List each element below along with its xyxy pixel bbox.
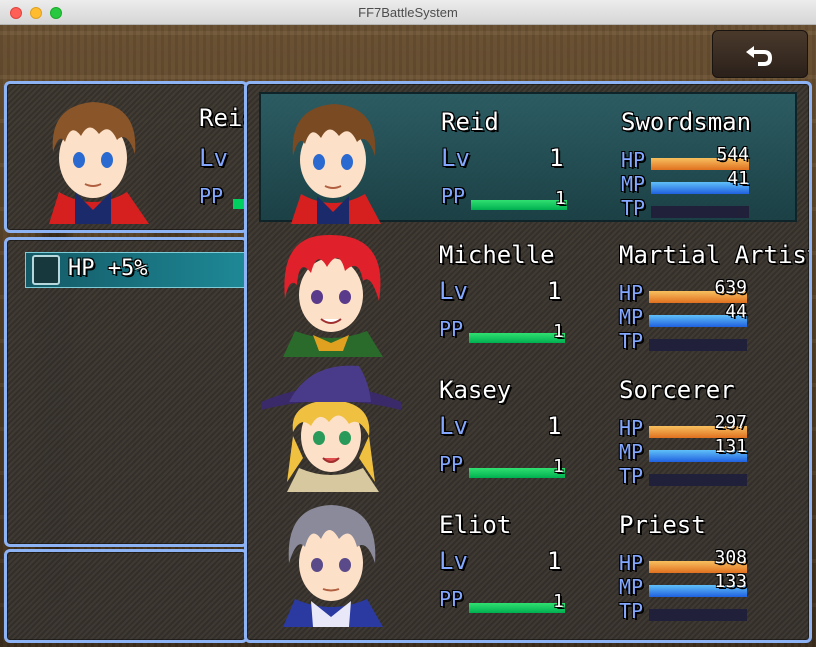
member-mp-label: MP xyxy=(619,575,644,599)
member-level-label: Lv xyxy=(441,144,470,172)
member-portrait xyxy=(259,227,403,357)
return-arrow-icon xyxy=(746,46,772,66)
member-tp-label: TP xyxy=(621,196,646,220)
member-tp-label: TP xyxy=(619,599,644,623)
member-class: Martial Artist xyxy=(619,241,812,269)
party-member-row[interactable]: Reid Lv 1 PP 1 Swordsman HP 544 MP 41 TP xyxy=(259,92,797,224)
skill-item-hp-boost[interactable]: HP +5% xyxy=(25,252,245,288)
titlebar: FF7BattleSystem xyxy=(0,0,816,25)
app-window: FF7BattleSystem Rei Lv PP HP +5% Reid Lv… xyxy=(0,0,816,647)
member-tp-gauge xyxy=(649,609,747,621)
skill-slot-icon xyxy=(32,255,60,285)
member-level-value: 1 xyxy=(549,144,564,172)
party-member-row[interactable]: Kasey Lv 1 PP 1 Sorcerer HP 297 MP 131 TP xyxy=(259,362,797,492)
member-hp-value: 639 xyxy=(714,277,747,298)
member-pp-gauge xyxy=(471,200,567,210)
member-hp-value: 297 xyxy=(714,412,747,433)
help-window xyxy=(4,549,248,643)
member-level-value: 1 xyxy=(547,277,562,305)
member-name: Eliot xyxy=(439,511,512,539)
status-pp-label: PP xyxy=(199,184,224,208)
member-portrait xyxy=(259,497,403,627)
member-mp-value: 133 xyxy=(714,571,747,592)
member-class: Sorcerer xyxy=(619,376,735,404)
status-actor-name: Reid xyxy=(199,104,245,132)
member-pp-gauge-fill xyxy=(469,468,565,478)
member-pp-value: 1 xyxy=(553,321,564,342)
member-name: Reid xyxy=(441,108,499,136)
member-pp-gauge-fill xyxy=(471,200,567,210)
member-pp-value: 1 xyxy=(553,591,564,612)
member-hp-label: HP xyxy=(619,551,644,575)
member-level-value: 1 xyxy=(547,547,562,575)
member-mp-value: 44 xyxy=(725,301,747,322)
member-name: Michelle xyxy=(439,241,555,269)
back-button[interactable] xyxy=(712,30,808,78)
member-hp-value: 308 xyxy=(714,547,747,568)
member-hp-label: HP xyxy=(619,281,644,305)
member-pp-label: PP xyxy=(439,452,464,476)
member-mp-label: MP xyxy=(621,172,646,196)
actor-face-portrait xyxy=(19,92,167,224)
member-name: Kasey xyxy=(439,376,512,404)
member-mp-value: 131 xyxy=(714,436,747,457)
party-member-row[interactable]: Michelle Lv 1 PP 1 Martial Artist HP 639 MP 44 TP xyxy=(259,227,809,357)
member-pp-value: 1 xyxy=(555,188,566,209)
member-class: Swordsman xyxy=(621,108,752,136)
member-hp-label: HP xyxy=(619,416,644,440)
member-pp-gauge-fill xyxy=(469,603,565,613)
member-tp-label: TP xyxy=(619,464,644,488)
skill-list-window: HP +5% xyxy=(4,237,248,547)
member-tp-gauge xyxy=(651,206,749,218)
actor-status-window: Reid Lv PP xyxy=(4,81,248,233)
member-tp-label: TP xyxy=(619,329,644,353)
member-mp-label: MP xyxy=(619,305,644,329)
window-title: FF7BattleSystem xyxy=(358,5,458,20)
party-window: Reid Lv 1 PP 1 Swordsman HP 544 MP 41 TP Michelle Lv… xyxy=(244,81,812,643)
member-mp-value: 41 xyxy=(727,168,749,189)
member-pp-label: PP xyxy=(441,184,466,208)
member-level-label: Lv xyxy=(439,277,468,305)
skill-item-label: HP +5% xyxy=(68,256,148,281)
status-level-label: Lv xyxy=(199,144,228,172)
member-hp-value: 544 xyxy=(716,144,749,165)
member-tp-gauge xyxy=(649,474,747,486)
member-pp-gauge xyxy=(469,468,565,478)
member-pp-value: 1 xyxy=(553,456,564,477)
member-level-label: Lv xyxy=(439,547,468,575)
party-member-row[interactable]: Eliot Lv 1 PP 1 Priest HP 308 MP 133 TP xyxy=(259,497,797,627)
member-class: Priest xyxy=(619,511,706,539)
member-portrait xyxy=(259,362,403,492)
game-canvas: Reid Lv PP HP +5% Reid Lv 1 PP 1 Swordsman HP 5… xyxy=(0,25,816,647)
member-level-label: Lv xyxy=(439,412,468,440)
member-pp-label: PP xyxy=(439,587,464,611)
member-pp-label: PP xyxy=(439,317,464,341)
member-level-value: 1 xyxy=(547,412,562,440)
member-tp-gauge xyxy=(649,339,747,351)
member-mp-label: MP xyxy=(619,440,644,464)
member-pp-gauge xyxy=(469,603,565,613)
member-hp-label: HP xyxy=(621,148,646,172)
member-pp-gauge xyxy=(469,333,565,343)
member-portrait xyxy=(261,94,405,224)
member-pp-gauge-fill xyxy=(469,333,565,343)
